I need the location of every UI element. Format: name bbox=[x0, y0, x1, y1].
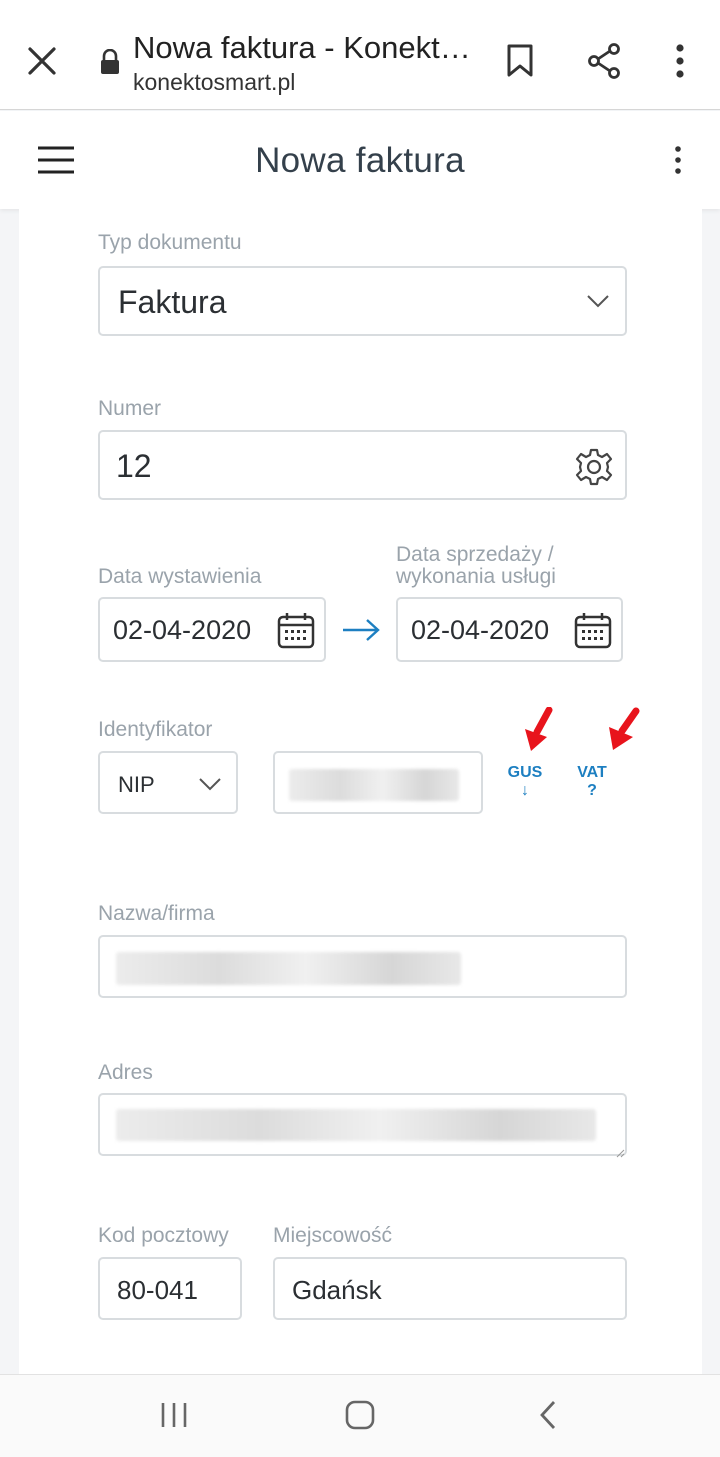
city-input[interactable]: Gdańsk bbox=[273, 1257, 627, 1320]
more-options-icon[interactable] bbox=[670, 44, 690, 78]
sale-date-label-line1: Data sprzedaży / bbox=[396, 543, 554, 566]
arrow-right-icon bbox=[342, 619, 380, 641]
app-header: Nowa faktura bbox=[0, 111, 720, 209]
name-label: Nazwa/firma bbox=[98, 902, 215, 925]
chevron-down-icon bbox=[587, 294, 609, 308]
number-value: 12 bbox=[116, 448, 152, 484]
issue-date-value: 02-04-2020 bbox=[113, 615, 252, 645]
calendar-icon[interactable] bbox=[574, 612, 612, 650]
number-label: Numer bbox=[98, 397, 162, 420]
redacted-value bbox=[116, 952, 461, 985]
system-navigation-bar bbox=[0, 1374, 720, 1457]
calendar-icon[interactable] bbox=[277, 612, 315, 650]
vat-check-button[interactable]: VAT ? bbox=[570, 764, 614, 800]
gus-lookup-button[interactable]: GUS ↓ bbox=[503, 764, 547, 800]
address-label: Adres bbox=[98, 1061, 153, 1084]
doc-type-value: Faktura bbox=[118, 284, 227, 320]
redacted-value bbox=[116, 1109, 596, 1141]
identifier-number-input[interactable] bbox=[273, 751, 483, 814]
close-icon[interactable] bbox=[26, 45, 58, 77]
annotation-arrow-icon bbox=[605, 707, 641, 753]
address-textarea[interactable] bbox=[98, 1093, 627, 1158]
annotation-arrow-icon bbox=[521, 706, 555, 753]
gus-label: GUS bbox=[507, 764, 543, 781]
identifier-type-value: NIP bbox=[118, 772, 155, 797]
question-icon: ? bbox=[587, 782, 597, 799]
issue-date-input[interactable]: 02-04-2020 bbox=[98, 597, 326, 662]
sale-date-label-line2: wykonania usługi bbox=[396, 565, 556, 588]
issue-date-label: Data wystawienia bbox=[98, 565, 262, 588]
header-more-icon[interactable] bbox=[669, 145, 687, 175]
browser-page-title: Nowa faktura - Konekt… bbox=[133, 30, 471, 65]
back-icon[interactable] bbox=[538, 1400, 558, 1430]
sale-date-value: 02-04-2020 bbox=[411, 615, 550, 645]
browser-toolbar: Nowa faktura - Konekt… konektosmart.pl bbox=[0, 0, 720, 110]
postal-code-input[interactable]: 80-041 bbox=[98, 1257, 242, 1320]
vat-label: VAT bbox=[577, 764, 607, 781]
browser-url[interactable]: konektosmart.pl bbox=[133, 69, 295, 96]
share-icon[interactable] bbox=[586, 43, 622, 79]
doc-type-select[interactable]: Faktura bbox=[98, 266, 627, 336]
number-input[interactable]: 12 bbox=[98, 430, 627, 500]
name-input[interactable] bbox=[98, 935, 627, 998]
city-value: Gdańsk bbox=[292, 1275, 382, 1305]
gear-icon[interactable] bbox=[574, 447, 614, 487]
sale-date-input[interactable]: 02-04-2020 bbox=[396, 597, 623, 662]
identifier-type-select[interactable]: NIP bbox=[98, 751, 238, 814]
resize-handle-icon[interactable] bbox=[616, 1145, 625, 1158]
invoice-form: Typ dokumentu Faktura Numer 12 Data wyst… bbox=[19, 209, 702, 1374]
page-title: Nowa faktura bbox=[255, 141, 465, 180]
doc-type-label: Typ dokumentu bbox=[98, 231, 242, 254]
sale-date-label: Data sprzedaży / wykonania usługi bbox=[396, 544, 556, 588]
bookmark-icon[interactable] bbox=[506, 44, 534, 78]
home-icon[interactable] bbox=[345, 1400, 375, 1430]
download-arrow-icon: ↓ bbox=[521, 782, 529, 799]
identifier-label: Identyfikator bbox=[98, 718, 213, 741]
lock-icon bbox=[99, 48, 121, 75]
chevron-down-icon bbox=[199, 777, 221, 791]
recent-apps-icon[interactable] bbox=[160, 1401, 188, 1429]
city-label: Miejscowość bbox=[273, 1224, 393, 1247]
postal-code-label: Kod pocztowy bbox=[98, 1224, 229, 1247]
redacted-value bbox=[289, 769, 459, 801]
postal-code-value: 80-041 bbox=[117, 1275, 198, 1305]
